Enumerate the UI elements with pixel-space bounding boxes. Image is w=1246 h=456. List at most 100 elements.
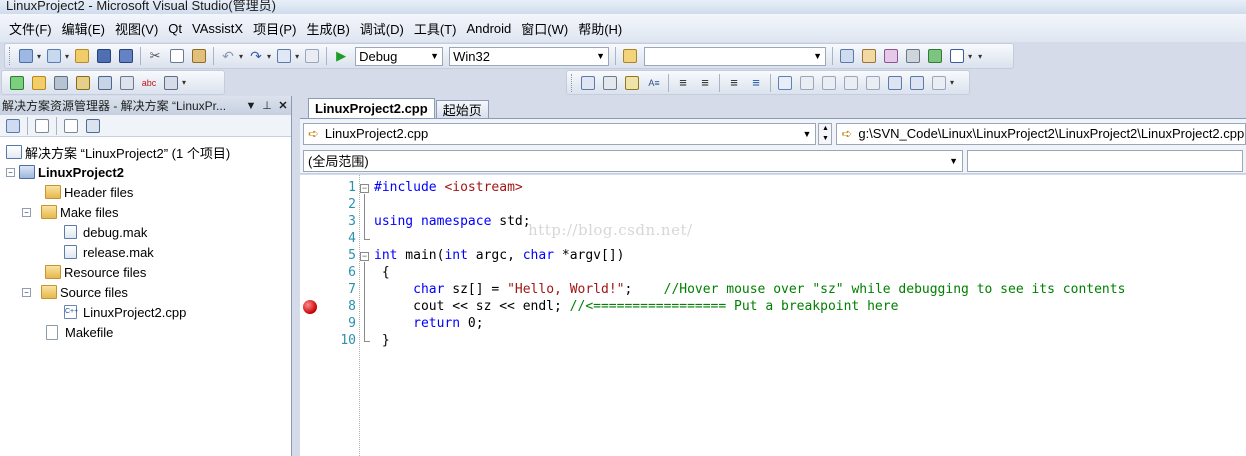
menu-debug[interactable]: 调试(D) <box>355 19 409 38</box>
collapse-icon[interactable]: − <box>22 207 31 217</box>
command-window-dropdown-icon[interactable]: ▾ <box>968 52 972 61</box>
redo-dropdown-icon[interactable]: ▾ <box>267 52 271 61</box>
menu-help[interactable]: 帮助(H) <box>573 19 627 38</box>
find-combo[interactable]: ▼ <box>644 46 827 66</box>
new-project-icon[interactable] <box>16 46 36 66</box>
toggle-bookmark-icon[interactable] <box>775 73 795 93</box>
find-in-files-icon[interactable] <box>620 46 640 66</box>
save-all-icon[interactable] <box>116 46 136 66</box>
menu-edit[interactable]: 编辑(E) <box>57 19 110 38</box>
qt-convert-icon[interactable] <box>117 73 137 93</box>
qt-project-settings-icon[interactable] <box>95 73 115 93</box>
code-editor[interactable]: 1 2 3 4 5 6 7 8 9 10 − − #include <iostr… <box>300 175 1246 456</box>
navigate-backward-icon[interactable] <box>274 46 294 66</box>
uncomment-icon[interactable]: ≡ <box>746 73 766 93</box>
add-item-icon[interactable] <box>44 46 64 66</box>
collapse-region-icon[interactable]: − <box>360 252 369 261</box>
quick-info-icon[interactable] <box>622 73 642 93</box>
toolbar-grip[interactable] <box>9 47 12 65</box>
next-bookmark-document-icon[interactable] <box>907 73 927 93</box>
start-debugging-icon[interactable]: ▶ <box>331 46 351 66</box>
toolbar-options-icon[interactable]: ▾ <box>978 52 982 61</box>
parameter-info-icon[interactable] <box>600 73 620 93</box>
close-icon[interactable]: ✕ <box>275 99 291 112</box>
previous-bookmark-icon[interactable] <box>797 73 817 93</box>
pin-icon[interactable]: ⊥ <box>259 99 275 112</box>
tree-item-makefile[interactable]: Makefile <box>46 322 113 342</box>
increase-indent-icon[interactable]: ≡ <box>695 73 715 93</box>
tree-item-make-files[interactable]: − Make files <box>22 202 119 222</box>
platform-select[interactable]: Win32 ▼ <box>449 46 610 66</box>
configuration-select[interactable]: Debug ▼ <box>355 46 444 66</box>
member-combo[interactable] <box>967 149 1243 172</box>
tree-item-resource-files[interactable]: Resource files <box>45 262 146 282</box>
paste-icon[interactable] <box>189 46 209 66</box>
show-all-files-icon[interactable] <box>32 116 52 136</box>
menu-vassistx[interactable]: VAssistX <box>187 21 248 36</box>
window-position-dropdown-icon[interactable]: ▼ <box>243 100 259 112</box>
start-page-icon[interactable] <box>925 46 945 66</box>
menu-build[interactable]: 生成(B) <box>301 19 354 38</box>
collapse-region-icon[interactable]: − <box>360 184 369 193</box>
view-class-diagram-icon[interactable] <box>61 116 81 136</box>
tree-item-debug-mak[interactable]: debug.mak <box>64 222 147 242</box>
navigate-backward-dropdown-icon[interactable]: ▾ <box>295 52 299 61</box>
redo-icon[interactable]: ↷ <box>246 46 266 66</box>
undo-icon[interactable]: ↶ <box>218 46 238 66</box>
toolbar-grip[interactable] <box>571 73 574 92</box>
previous-bookmark-document-icon[interactable] <box>885 73 905 93</box>
previous-bookmark-folder-icon[interactable] <box>841 73 861 93</box>
tree-item-project[interactable]: − LinuxProject2 <box>6 162 124 182</box>
menu-window[interactable]: 窗口(W) <box>516 19 573 38</box>
comment-out-icon[interactable]: ≡ <box>724 73 744 93</box>
next-bookmark-icon[interactable] <box>819 73 839 93</box>
cut-icon[interactable]: ✂ <box>145 46 165 66</box>
tab-start-page[interactable]: 起始页 <box>435 100 489 118</box>
qt-help-icon[interactable] <box>161 73 181 93</box>
menu-view[interactable]: 视图(V) <box>110 19 163 38</box>
qt-toolbar-options-icon[interactable]: ▾ <box>182 78 186 87</box>
menu-project[interactable]: 项目(P) <box>248 19 301 38</box>
qt-designer-icon[interactable] <box>51 73 71 93</box>
tree-item-source-files[interactable]: − Source files <box>22 282 128 302</box>
next-bookmark-folder-icon[interactable] <box>863 73 883 93</box>
collapse-icon[interactable]: − <box>22 287 31 297</box>
file-navigation-combo[interactable]: ➪ LinuxProject2.cpp ▼ <box>303 122 817 145</box>
toolbox-icon[interactable] <box>903 46 923 66</box>
properties-icon[interactable] <box>859 46 879 66</box>
qt-linguist-icon[interactable] <box>73 73 93 93</box>
menu-android[interactable]: Android <box>461 21 516 36</box>
scope-combo[interactable]: (全局范围) ▼ <box>303 149 963 172</box>
copy-icon[interactable] <box>167 46 187 66</box>
text-editor-toolbar-options-icon[interactable]: ▾ <box>950 78 954 87</box>
decrease-indent-icon[interactable]: ≡ <box>673 73 693 93</box>
tab-linuxproject2-cpp[interactable]: LinuxProject2.cpp <box>308 98 435 118</box>
menu-file[interactable]: 文件(F) <box>4 19 57 38</box>
navigate-forward-icon[interactable] <box>302 46 322 66</box>
solution-explorer-icon[interactable] <box>837 46 857 66</box>
file-path-combo[interactable]: ➪ g:\SVN_Code\Linux\LinuxProject2\LinuxP… <box>836 122 1246 145</box>
tree-item-linuxproject2-cpp[interactable]: C++ LinuxProject2.cpp <box>64 302 186 322</box>
qt-open-ui-icon[interactable] <box>29 73 49 93</box>
member-list-icon[interactable] <box>578 73 598 93</box>
qt-spelling-icon[interactable]: abc <box>139 73 159 93</box>
navigation-spin-button[interactable]: ▲ ▼ <box>818 122 833 145</box>
properties-icon[interactable] <box>3 116 23 136</box>
tree-item-release-mak[interactable]: release.mak <box>64 242 154 262</box>
open-file-icon[interactable] <box>72 46 92 66</box>
menu-qt[interactable]: Qt <box>163 21 187 36</box>
view-class-hierarchy-icon[interactable] <box>83 116 103 136</box>
add-item-dropdown-icon[interactable]: ▾ <box>65 52 69 61</box>
tree-item-solution[interactable]: 解决方案 “LinuxProject2” (1 个项目) <box>6 142 230 162</box>
object-browser-icon[interactable] <box>881 46 901 66</box>
command-window-icon[interactable] <box>947 46 967 66</box>
save-icon[interactable] <box>94 46 114 66</box>
complete-word-icon[interactable]: A≡ <box>644 73 664 93</box>
tree-item-header-files[interactable]: Header files <box>45 182 133 202</box>
new-project-dropdown-icon[interactable]: ▾ <box>37 52 41 61</box>
clear-bookmarks-icon[interactable] <box>929 73 949 93</box>
menu-tools[interactable]: 工具(T) <box>409 19 462 38</box>
undo-dropdown-icon[interactable]: ▾ <box>239 52 243 61</box>
collapse-icon[interactable]: − <box>6 167 15 177</box>
qt-options-icon[interactable] <box>7 73 27 93</box>
